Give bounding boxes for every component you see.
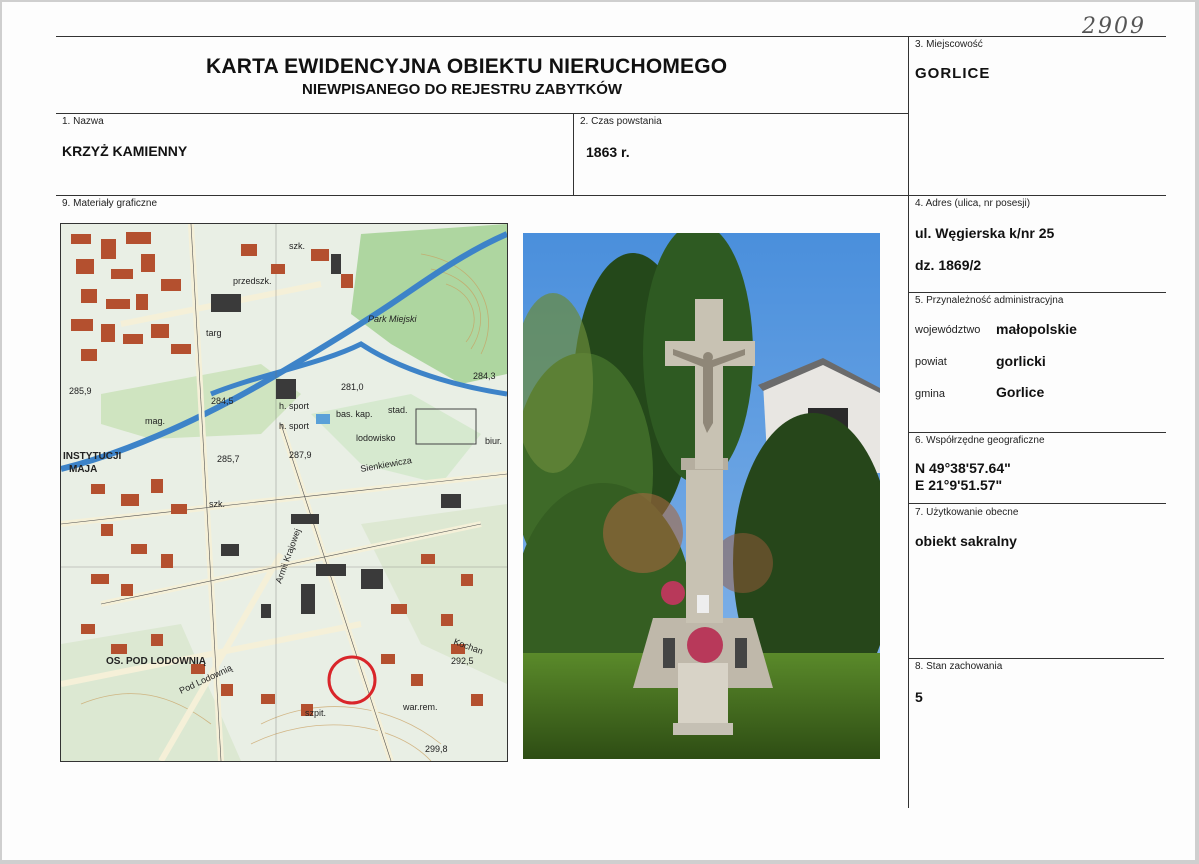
map-label-biur: biur. [485,436,502,446]
gmina-value: Gorlice [996,384,1045,400]
map-label-szk2: szk. [209,499,225,509]
stan-label: 8. Stan zachowania [915,661,1003,672]
map-label-elev8: 284,5 [211,396,234,406]
miejscowosc-value: GORLICE [915,65,991,82]
map-label-sport2: h. sport [279,421,310,431]
map-label-warrem: war.rem. [402,702,438,712]
page-subtitle: NIEWPISANEGO DO REJESTRU ZABYTKÓW [302,81,623,98]
adres-parcel: dz. 1869/2 [915,257,982,273]
page-title: KARTA EWIDENCYJNA OBIEKTU NIERUCHOMEGO [206,55,728,78]
powiat-value: gorlicki [996,353,1046,369]
map-label-targ: targ [206,328,222,338]
map-label-elev5: 281,0 [341,382,364,392]
coords-divider [908,503,1166,504]
top-border [56,36,1166,37]
wspolrzedne-label: 6. Współrzędne geograficzne [915,435,1045,446]
title-divider [56,113,908,114]
map-label-ospod: OS. POD LODOWNIĄ [106,656,206,667]
czas-label: 2. Czas powstania [580,116,662,127]
map-label-sport1: h. sport [279,401,310,411]
map-label-baskap: bas. kap. [336,409,373,419]
map-label-park: Park Miejski [368,314,418,324]
right-column-divider [908,36,909,808]
map-label-przedszk: przedszk. [233,276,272,286]
adres-label: 4. Adres (ulica, nr posesji) [915,198,1031,209]
uzytkowanie-value: obiekt sakralny [915,533,1017,549]
map-label-elev3: 292,5 [451,656,474,666]
cross-photo [523,233,880,759]
map-label-elev4: 299,8 [425,744,448,754]
map-label-elev6: 284,3 [473,371,496,381]
uzytkowanie-label: 7. Użytkowanie obecne [915,507,1019,518]
adres-street: ul. Węgierska k/nr 25 [915,225,1055,241]
map-label-instytucji: INSTYTUCJI [63,451,122,462]
addr-divider [908,292,1166,293]
map-label-elev1: 285,7 [217,454,240,464]
map-label-elev7: 285,9 [69,386,92,396]
admin-divider [908,432,1166,433]
administracja-label: 5. Przynależność administracyjna [915,295,1064,306]
wojewodztwo-label: województwo [915,324,981,336]
map-label-maja: MAJA [69,464,97,475]
materialy-label: 9. Materiały graficzne [62,198,158,209]
record-sheet: 2909 KARTA EWIDENCYJNA OBIEKTU NIERUCHOM… [2,2,1195,860]
map-label-szpit: szpit. [305,708,326,718]
czas-value: 1863 r. [586,144,630,160]
stan-value: 5 [915,689,923,705]
topographic-map: Park Miejski h. sport h. sport stad. bas… [60,223,508,762]
map-label-stad: stad. [388,405,408,415]
map-label-lodowisko: lodowisko [356,433,396,443]
map-label-mag: mag. [145,416,165,426]
wojewodztwo-value: małopolskie [996,321,1077,337]
longitude-value: E 21°9'51.57" [915,477,1003,493]
usage-divider [908,658,1164,659]
latitude-value: N 49°38'57.64" [915,460,1011,476]
nazwa-label: 1. Nazwa [62,116,104,127]
powiat-label: powiat [915,356,947,368]
name-divider [56,195,1166,196]
miejscowosc-label: 3. Miejscowość [915,39,983,50]
map-label-elev2: 287,9 [289,450,312,460]
nazwa-value: KRZYŻ KAMIENNY [62,143,188,159]
map-label-szk1: szk. [289,241,305,251]
gmina-label: gmina [915,388,945,400]
name-date-divider [573,113,574,195]
